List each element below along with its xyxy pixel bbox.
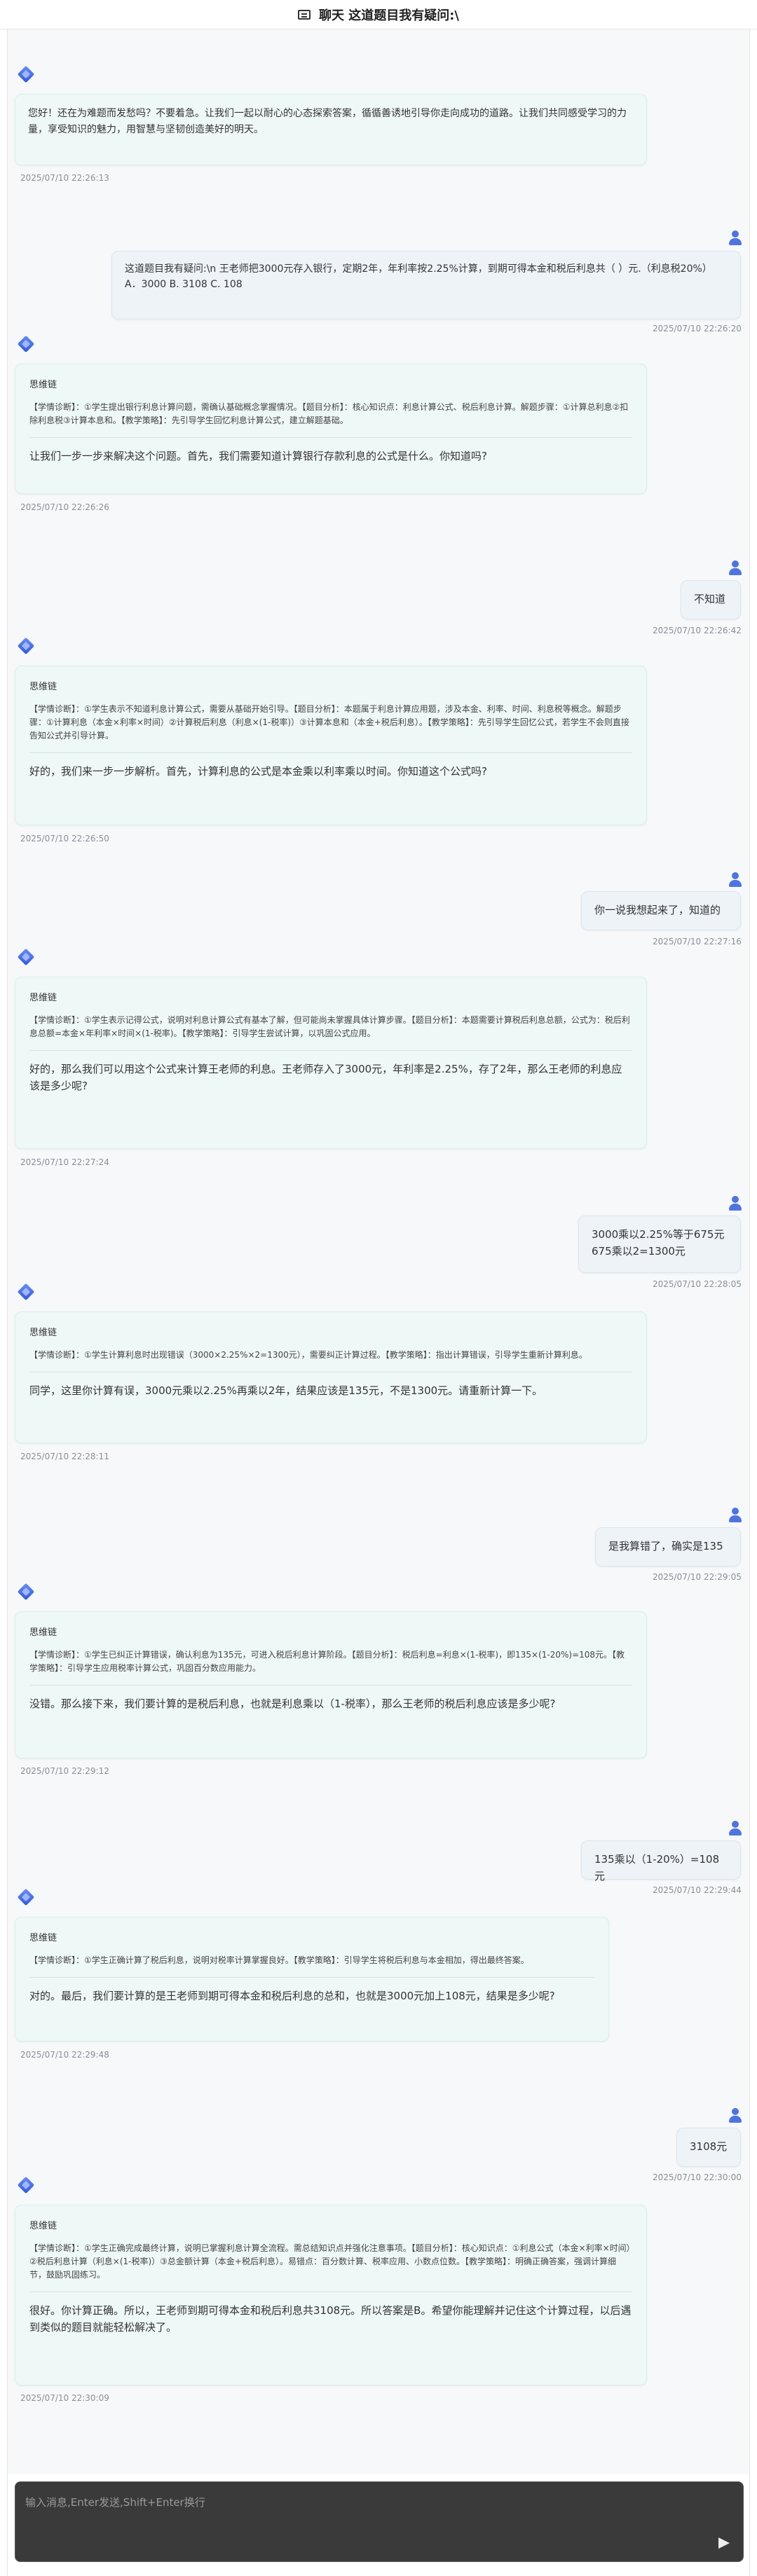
message-timestamp: 2025/07/10 22:28:05 — [653, 1279, 742, 1289]
chain-of-thought-text: 【学情诊断】：①学生已纠正计算错误，确认利息为135元，可进入税后利息计算阶段。… — [29, 1650, 625, 1673]
user-avatar-icon — [728, 230, 742, 246]
user-message-text: 你一说我想起来了，知道的 — [594, 904, 721, 916]
chain-of-thought-text: 【学情诊断】：①学生正确计算了税后利息，说明对税率计算掌握良好。【教学策略】：引… — [29, 1955, 529, 1965]
user-message-bubble: 3000乘以2.25%等于675元 675乘以2=1300元 — [578, 1215, 741, 1273]
chain-of-thought-title: 思维链 — [29, 682, 57, 692]
ai-reply-text: 好的，我们来一步一步解析。首先，计算利息的公式是本金乘以利率乘以时间。你知道这个… — [29, 765, 487, 778]
user-message-bubble: 不知道 — [681, 580, 741, 619]
divider — [29, 1977, 594, 1978]
chat-icon — [297, 9, 311, 20]
ai-avatar-icon — [17, 1583, 35, 1601]
user-message-bubble: 是我算错了，确实是135 — [595, 1527, 741, 1566]
message-timestamp: 2025/07/10 22:29:44 — [653, 1885, 742, 1895]
send-icon[interactable] — [716, 2537, 732, 2549]
chain-of-thought-title: 思维链 — [29, 2221, 57, 2231]
ai-message-bubble: 思维链 【学情诊断】：①学生计算利息时出现错误（3000×2.25%×2=130… — [15, 1311, 647, 1443]
user-message-text: 135乘以（1-20%）=108元 — [594, 1853, 720, 1882]
user-avatar-icon — [728, 560, 742, 576]
ai-message-bubble: 您好！还在为难题而发愁吗？不要着急。让我们一起以耐心的心态探索答案，循循善诱地引… — [15, 94, 647, 165]
divider — [29, 437, 632, 438]
user-message-text: 这道题目我有疑问:\n 王老师把3000元存入银行，定期2年，年利率按2.25%… — [125, 263, 712, 290]
ai-avatar-icon — [17, 65, 35, 83]
message-timestamp: 2025/07/10 22:26:42 — [653, 626, 742, 635]
user-message-text: 3000乘以2.25%等于675元 675乘以2=1300元 — [592, 1228, 725, 1258]
ai-message-bubble: 思维链 【学情诊断】：①学生正确完成最终计算，说明已掌握利息计算全流程。需总结知… — [15, 2205, 647, 2385]
chain-of-thought-title: 思维链 — [29, 380, 57, 390]
divider — [29, 752, 632, 753]
ai-reply-text: 您好！还在为难题而发愁吗？不要着急。让我们一起以耐心的心态探索答案，循循善诱地引… — [28, 108, 627, 135]
chain-of-thought-title: 思维链 — [29, 1933, 57, 1943]
message-timestamp: 2025/07/10 22:26:50 — [20, 834, 109, 843]
ai-message-bubble: 思维链 【学情诊断】：①学生表示记得公式，说明对利息计算公式有基本了解，但可能尚… — [15, 977, 647, 1149]
chain-of-thought-text: 【学情诊断】：①学生表示不知道利息计算公式，需要从基础开始引导。【题目分析】：本… — [29, 704, 629, 741]
message-timestamp: 2025/07/10 22:29:12 — [20, 1766, 109, 1776]
message-timestamp: 2025/07/10 22:26:20 — [653, 324, 742, 333]
ai-avatar-icon — [17, 2176, 35, 2194]
ai-avatar-icon — [17, 1283, 35, 1301]
chain-of-thought-text: 【学情诊断】：①学生正确完成最终计算，说明已掌握利息计算全流程。需总结知识点并强… — [29, 2243, 631, 2280]
user-avatar-icon — [728, 2108, 742, 2123]
ai-message-bubble: 思维链 【学情诊断】：①学生正确计算了税后利息，说明对税率计算掌握良好。【教学策… — [15, 1917, 609, 2041]
chain-of-thought-title: 思维链 — [29, 1627, 57, 1638]
chain-of-thought-text: 【学情诊断】：①学生提出银行利息计算问题，需确认基础概念掌握情况。【题目分析】：… — [29, 402, 629, 425]
user-message-bubble: 这道题目我有疑问:\n 王老师把3000元存入银行，定期2年，年利率按2.25%… — [111, 251, 741, 319]
message-timestamp: 2025/07/10 22:28:11 — [20, 1452, 109, 1461]
chain-of-thought-title: 思维链 — [29, 993, 57, 1003]
user-message-text: 是我算错了，确实是135 — [608, 1540, 723, 1552]
user-avatar-icon — [728, 1508, 742, 1523]
message-timestamp: 2025/07/10 22:27:24 — [20, 1157, 109, 1167]
ai-reply-text: 没错。那么接下来，我们要计算的是税后利息，也就是利息乘以（1-税率），那么王老师… — [29, 1697, 556, 1710]
ai-avatar-icon — [17, 335, 35, 353]
divider — [29, 1050, 632, 1051]
chat-header: 聊天 这道题目我有疑问:\ — [0, 0, 757, 29]
message-timestamp: 2025/07/10 22:30:00 — [653, 2172, 742, 2182]
ai-avatar-icon — [17, 637, 35, 655]
page-title: 聊天 这道题目我有疑问:\ — [318, 8, 460, 23]
ai-reply-text: 对的。最后，我们要计算的是王老师到期可得本金和税后利息的总和，也就是3000元加… — [29, 1990, 555, 2002]
ai-reply-text: 好的，那么我们可以用这个公式来计算王老师的利息。王老师存入了3000元，年利率是… — [29, 1063, 622, 1092]
message-timestamp: 2025/07/10 22:27:16 — [653, 937, 742, 946]
user-message-bubble: 3108元 — [676, 2128, 741, 2167]
message-timestamp: 2025/07/10 22:29:48 — [20, 2050, 109, 2060]
divider — [29, 1685, 632, 1686]
user-message-text: 不知道 — [694, 593, 726, 605]
chat-message-list[interactable]: 您好！还在为难题而发愁吗？不要着急。让我们一起以耐心的心态探索答案，循循善诱地引… — [7, 29, 750, 2474]
ai-reply-text: 很好。你计算正确。所以，王老师到期可得本金和税后利息共3108元。所以答案是B。… — [29, 2304, 632, 2334]
user-avatar-icon — [728, 1821, 742, 1836]
message-timestamp: 2025/07/10 22:29:05 — [653, 1572, 742, 1582]
ai-message-bubble: 思维链 【学情诊断】：①学生表示不知道利息计算公式，需要从基础开始引导。【题目分… — [15, 666, 647, 825]
ai-message-bubble: 思维链 【学情诊断】：①学生提出银行利息计算问题，需确认基础概念掌握情况。【题目… — [15, 364, 647, 494]
user-avatar-icon — [728, 872, 742, 888]
chain-of-thought-text: 【学情诊断】：①学生表示记得公式，说明对利息计算公式有基本了解，但可能尚未掌握具… — [29, 1015, 630, 1038]
user-avatar-icon — [728, 1196, 742, 1211]
chain-of-thought-title: 思维链 — [29, 1328, 57, 1338]
message-input-box[interactable] — [15, 2481, 744, 2562]
message-timestamp: 2025/07/10 22:30:09 — [20, 2393, 109, 2403]
user-message-bubble: 135乘以（1-20%）=108元 — [581, 1840, 741, 1882]
ai-reply-text: 让我们一步一步来解决这个问题。首先，我们需要知道计算银行存款利息的公式是什么。你… — [29, 450, 487, 462]
ai-avatar-icon — [17, 948, 35, 966]
user-message-bubble: 你一说我想起来了，知道的 — [581, 891, 741, 930]
message-timestamp: 2025/07/10 22:26:26 — [20, 502, 109, 512]
ai-reply-text: 同学，这里你计算有误，3000元乘以2.25%再乘以2年，结果应该是135元，不… — [29, 1384, 543, 1397]
message-input[interactable] — [15, 2482, 702, 2561]
user-message-text: 3108元 — [690, 2140, 728, 2153]
ai-avatar-icon — [17, 1888, 35, 1906]
message-timestamp: 2025/07/10 22:26:13 — [20, 173, 109, 183]
message-composer — [7, 2474, 750, 2576]
ai-message-bubble: 思维链 【学情诊断】：①学生已纠正计算错误，确认利息为135元，可进入税后利息计… — [15, 1611, 647, 1758]
chain-of-thought-text: 【学情诊断】：①学生计算利息时出现错误（3000×2.25%×2=1300元），… — [29, 1350, 587, 1360]
